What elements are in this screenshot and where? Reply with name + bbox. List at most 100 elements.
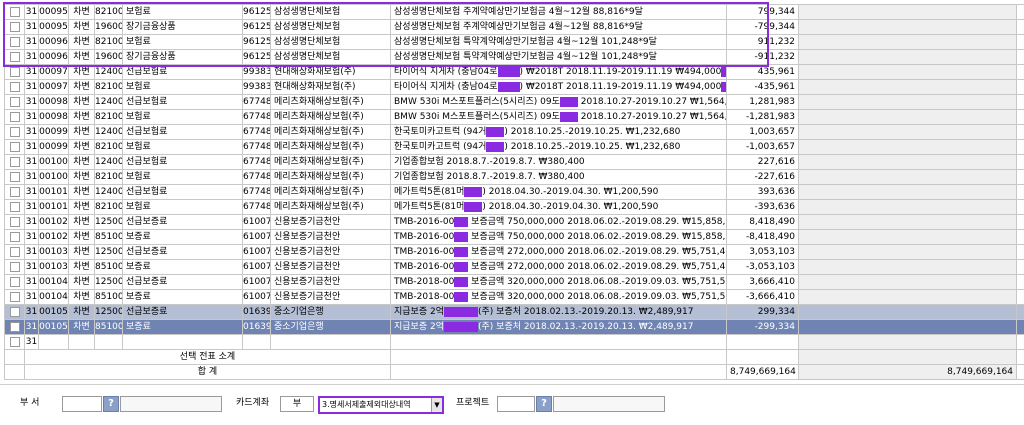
- row-checkbox[interactable]: [10, 307, 20, 317]
- table-row[interactable]: 3100102차변12500선급보증료61007신용보증기금천안TMB-2016…: [5, 215, 1024, 230]
- cell-partner-code: [243, 335, 271, 350]
- row-checkbox[interactable]: [10, 247, 20, 257]
- row-checkbox-cell[interactable]: [5, 50, 25, 65]
- table-row[interactable]: 3100097차변82100보험료99383현대해상화재보험(주)타이어식 지게…: [5, 80, 1024, 95]
- description-text: TMB-2018-00: [394, 277, 454, 287]
- row-checkbox-cell[interactable]: [5, 245, 25, 260]
- description-text: 한국토미카고트럭 (94거: [394, 142, 486, 152]
- row-checkbox-cell[interactable]: [5, 230, 25, 245]
- row-checkbox[interactable]: [10, 127, 20, 137]
- cell-voucher-no: 00100: [39, 155, 69, 170]
- table-row[interactable]: 3100096차변82100보험료96125삼성생명단체보험삼성생명단체보험 특…: [5, 35, 1024, 50]
- row-checkbox[interactable]: [10, 187, 20, 197]
- row-checkbox[interactable]: [10, 232, 20, 242]
- table-row[interactable]: 3100095차변82100보험료96125삼성생명단체보험삼성생명단체보험 주…: [5, 5, 1024, 20]
- row-checkbox-cell[interactable]: [5, 320, 25, 335]
- row-checkbox-cell[interactable]: [5, 290, 25, 305]
- table-row[interactable]: 3100095차변19600장기금융상품96125삼성생명단체보험삼성생명단체보…: [5, 20, 1024, 35]
- row-checkbox-cell[interactable]: [5, 125, 25, 140]
- table-row[interactable]: 3100099차변82100보험료67748메리츠화재해상보험(주)한국토미카고…: [5, 140, 1024, 155]
- row-checkbox-cell[interactable]: [5, 200, 25, 215]
- table-row[interactable]: 31: [5, 335, 1024, 350]
- table-row[interactable]: 3100096차변19600장기금융상품96125삼성생명단체보험삼성생명단체보…: [5, 50, 1024, 65]
- row-checkbox[interactable]: [10, 142, 20, 152]
- row-checkbox-cell[interactable]: [5, 140, 25, 155]
- row-checkbox[interactable]: [10, 202, 20, 212]
- cell-partner-code: 96125: [243, 5, 271, 20]
- row-checkbox[interactable]: [10, 67, 20, 77]
- question-icon[interactable]: ?: [103, 396, 119, 412]
- chevron-down-icon[interactable]: ▼: [431, 398, 442, 412]
- table-row[interactable]: 3100100차변12400선급보험료67748메리츠화재해상보험(주)기업종합…: [5, 155, 1024, 170]
- row-checkbox[interactable]: [10, 22, 20, 32]
- table-row[interactable]: 3100101차변82100보험료67748메리츠화재해상보험(주)메가트럭5톤…: [5, 200, 1024, 215]
- row-checkbox-cell[interactable]: [5, 80, 25, 95]
- row-checkbox[interactable]: [10, 37, 20, 47]
- row-checkbox-cell[interactable]: [5, 215, 25, 230]
- cell-partner-code: 96125: [243, 20, 271, 35]
- table-row[interactable]: 3100104차변85100보증료61007신용보증기금천안TMB-2018-0…: [5, 290, 1024, 305]
- row-checkbox[interactable]: [10, 337, 20, 347]
- cell-description: TMB-2016-00 보증금액 272,000,000 2018.06.02.…: [391, 245, 727, 260]
- dept-input[interactable]: [62, 396, 102, 412]
- row-checkbox-cell[interactable]: [5, 260, 25, 275]
- cell-side: 차변: [69, 320, 95, 335]
- row-checkbox-cell[interactable]: [5, 170, 25, 185]
- row-checkbox-cell[interactable]: [5, 185, 25, 200]
- row-checkbox-cell[interactable]: [5, 110, 25, 125]
- row-checkbox[interactable]: [10, 97, 20, 107]
- row-checkbox[interactable]: [10, 322, 20, 332]
- row-checkbox-cell[interactable]: [5, 305, 25, 320]
- row-checkbox-cell[interactable]: [5, 95, 25, 110]
- cell-blank: [727, 350, 799, 365]
- description-text-tail: 보증금액 750,000,000 2018.06.02.-2019.08.29.…: [468, 232, 726, 242]
- cell-voucher-no: 00099: [39, 125, 69, 140]
- row-checkbox-cell[interactable]: [5, 35, 25, 50]
- cell-blank: [1017, 365, 1024, 380]
- table-row[interactable]: 3100098차변12400선급보험료67748메리츠화재해상보험(주)BMW …: [5, 95, 1024, 110]
- row-checkbox-cell[interactable]: [5, 5, 25, 20]
- table-row[interactable]: 3100105차변12500선급보증료01639중소기업은행지급보증 2억(주)…: [5, 305, 1024, 320]
- row-checkbox[interactable]: [10, 82, 20, 92]
- cell-account-name: 선급보증료: [123, 275, 243, 290]
- dept-label: 부 서: [20, 395, 39, 411]
- cell-voucher-no: 00102: [39, 230, 69, 245]
- row-checkbox[interactable]: [10, 277, 20, 287]
- table-row[interactable]: 3100100차변82100보험료67748메리츠화재해상보험(주)기업종합보험…: [5, 170, 1024, 185]
- row-checkbox[interactable]: [10, 157, 20, 167]
- table-row[interactable]: 3100104차변12500선급보증료61007신용보증기금천안TMB-2018…: [5, 275, 1024, 290]
- table-row[interactable]: 3100102차변85100보증료61007신용보증기금천안TMB-2016-0…: [5, 230, 1024, 245]
- row-checkbox[interactable]: [10, 7, 20, 17]
- question-icon[interactable]: ?: [536, 396, 552, 412]
- table-row[interactable]: 3100099차변12400선급보험료67748메리츠화재해상보험(주)한국토미…: [5, 125, 1024, 140]
- table-row[interactable]: 3100103차변12500선급보증료61007신용보증기금천안TMB-2016…: [5, 245, 1024, 260]
- cell-extra: [1017, 35, 1024, 50]
- cell-credit: [799, 5, 1017, 20]
- row-checkbox-cell[interactable]: [5, 65, 25, 80]
- cell-partner-name: 신용보증기금천안: [271, 260, 391, 275]
- table-row[interactable]: 3100101차변12400선급보험료67748메리츠화재해상보험(주)메가트럭…: [5, 185, 1024, 200]
- table-row[interactable]: 3100105차변85100보증료01639중소기업은행지급보증 2억(주) 보…: [5, 320, 1024, 335]
- table-row[interactable]: 3100098차변82100보험료67748메리츠화재해상보험(주)BMW 53…: [5, 110, 1024, 125]
- cell-partner-name: 메리츠화재해상보험(주): [271, 110, 391, 125]
- cell-month: 31: [25, 50, 39, 65]
- cell-partner-code: 67748: [243, 200, 271, 215]
- row-checkbox-cell[interactable]: [5, 20, 25, 35]
- table-row[interactable]: 3100103차변85100보증료61007신용보증기금천안TMB-2016-0…: [5, 260, 1024, 275]
- row-checkbox[interactable]: [10, 52, 20, 62]
- table-row[interactable]: 3100097차변12400선급보험료99383현대해상화재보험(주)타이어식 …: [5, 65, 1024, 80]
- cell-voucher-no: [39, 335, 69, 350]
- row-checkbox-cell[interactable]: [5, 335, 25, 350]
- row-checkbox-cell[interactable]: [5, 275, 25, 290]
- row-checkbox-cell[interactable]: [5, 155, 25, 170]
- card-select[interactable]: 3.명세서제출제외대상내역 ▼: [318, 396, 444, 414]
- row-checkbox[interactable]: [10, 172, 20, 182]
- row-checkbox[interactable]: [10, 112, 20, 122]
- row-checkbox[interactable]: [10, 262, 20, 272]
- cell-credit: [799, 155, 1017, 170]
- row-checkbox[interactable]: [10, 217, 20, 227]
- project-input[interactable]: [497, 396, 535, 412]
- row-checkbox[interactable]: [10, 292, 20, 302]
- description-text-tail: 2018.10.27-2019.10.27 ₩1,564,020: [578, 97, 727, 107]
- card-flag-field[interactable]: 부: [280, 396, 314, 412]
